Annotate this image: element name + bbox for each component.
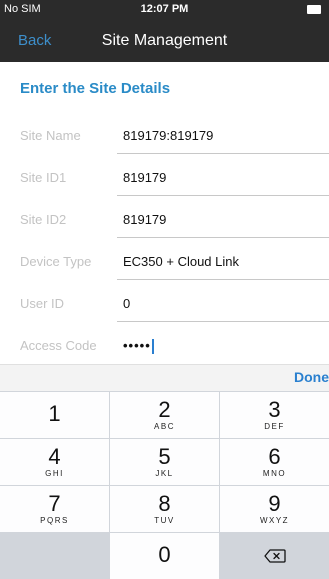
key-letters: ABC — [154, 422, 175, 431]
key-digit: 7 — [48, 491, 61, 516]
key-digit: 8 — [158, 491, 171, 516]
key-letters: GHI — [45, 469, 64, 478]
key-digit: 4 — [48, 444, 61, 469]
device-type-row[interactable]: Device Type EC350 + Cloud Link — [0, 243, 329, 285]
text-caret — [151, 339, 154, 355]
battery-icon — [307, 5, 321, 14]
divider — [117, 153, 329, 154]
key-digit: 3 — [268, 397, 281, 422]
key-digit: 1 — [48, 401, 61, 426]
backspace-icon — [263, 549, 286, 563]
user-id-label: User ID — [20, 296, 65, 311]
access-code-label: Access Code — [20, 338, 97, 353]
key-9[interactable]: 9 WXYZ — [220, 486, 329, 532]
device-type-field[interactable]: EC350 + Cloud Link — [123, 254, 239, 269]
back-button[interactable]: Back — [18, 32, 51, 49]
key-letters: PQRS — [40, 516, 69, 525]
key-3[interactable]: 3 DEF — [220, 392, 329, 438]
access-code-value: ••••• — [123, 338, 151, 353]
device-type-label: Device Type — [20, 254, 92, 269]
key-4[interactable]: 4 GHI — [0, 439, 109, 485]
site-id2-label: Site ID2 — [20, 212, 67, 227]
site-id1-row[interactable]: Site ID1 819179 — [0, 159, 329, 201]
section-header: Enter the Site Details — [20, 80, 171, 97]
key-letters: TUV — [154, 516, 175, 525]
key-digit: 0 — [158, 542, 171, 567]
done-button[interactable]: Done — [294, 369, 329, 385]
user-id-row[interactable]: User ID 0 — [0, 285, 329, 327]
numeric-keypad: 1 2 ABC 3 DEF 4 GHI 5 JKL 6 MNO 7 PQRS 8… — [0, 391, 329, 579]
key-2[interactable]: 2 ABC — [110, 392, 219, 438]
key-5[interactable]: 5 JKL — [110, 439, 219, 485]
key-7[interactable]: 7 PQRS — [0, 486, 109, 532]
user-id-field[interactable]: 0 — [123, 296, 130, 311]
site-id2-field[interactable]: 819179 — [123, 212, 166, 227]
key-digit: 9 — [268, 491, 281, 516]
key-letters: MNO — [262, 469, 287, 478]
site-id1-label: Site ID1 — [20, 170, 67, 185]
divider — [117, 195, 329, 196]
key-digit: 6 — [268, 444, 281, 469]
status-bar: No SIM 12:07 PM — [0, 0, 329, 20]
empty-key — [0, 533, 109, 579]
key-8[interactable]: 8 TUV — [110, 486, 219, 532]
site-id1-field[interactable]: 819179 — [123, 170, 166, 185]
divider — [117, 279, 329, 280]
key-letters: DEF — [264, 422, 285, 431]
site-name-field[interactable]: 819179:819179 — [123, 128, 213, 143]
access-code-row[interactable]: Access Code ••••• — [0, 327, 329, 369]
nav-bar: Site Management Back — [0, 20, 329, 62]
keyboard-accessory-bar: Done — [0, 364, 329, 391]
divider — [117, 321, 329, 322]
key-6[interactable]: 6 MNO — [220, 439, 329, 485]
key-digit: 2 — [158, 397, 171, 422]
key-letters: WXYZ — [259, 516, 290, 525]
site-id2-row[interactable]: Site ID2 819179 — [0, 201, 329, 243]
clock: 12:07 PM — [140, 3, 189, 15]
divider — [117, 237, 329, 238]
site-name-label: Site Name — [20, 128, 81, 143]
key-letters: JKL — [155, 469, 174, 478]
site-name-row[interactable]: Site Name 819179:819179 — [0, 117, 329, 159]
key-0[interactable]: 0 — [110, 533, 219, 579]
access-code-field[interactable]: ••••• — [123, 338, 154, 355]
key-1[interactable]: 1 — [0, 392, 109, 438]
key-digit: 5 — [158, 444, 171, 469]
backspace-key[interactable] — [220, 533, 329, 579]
